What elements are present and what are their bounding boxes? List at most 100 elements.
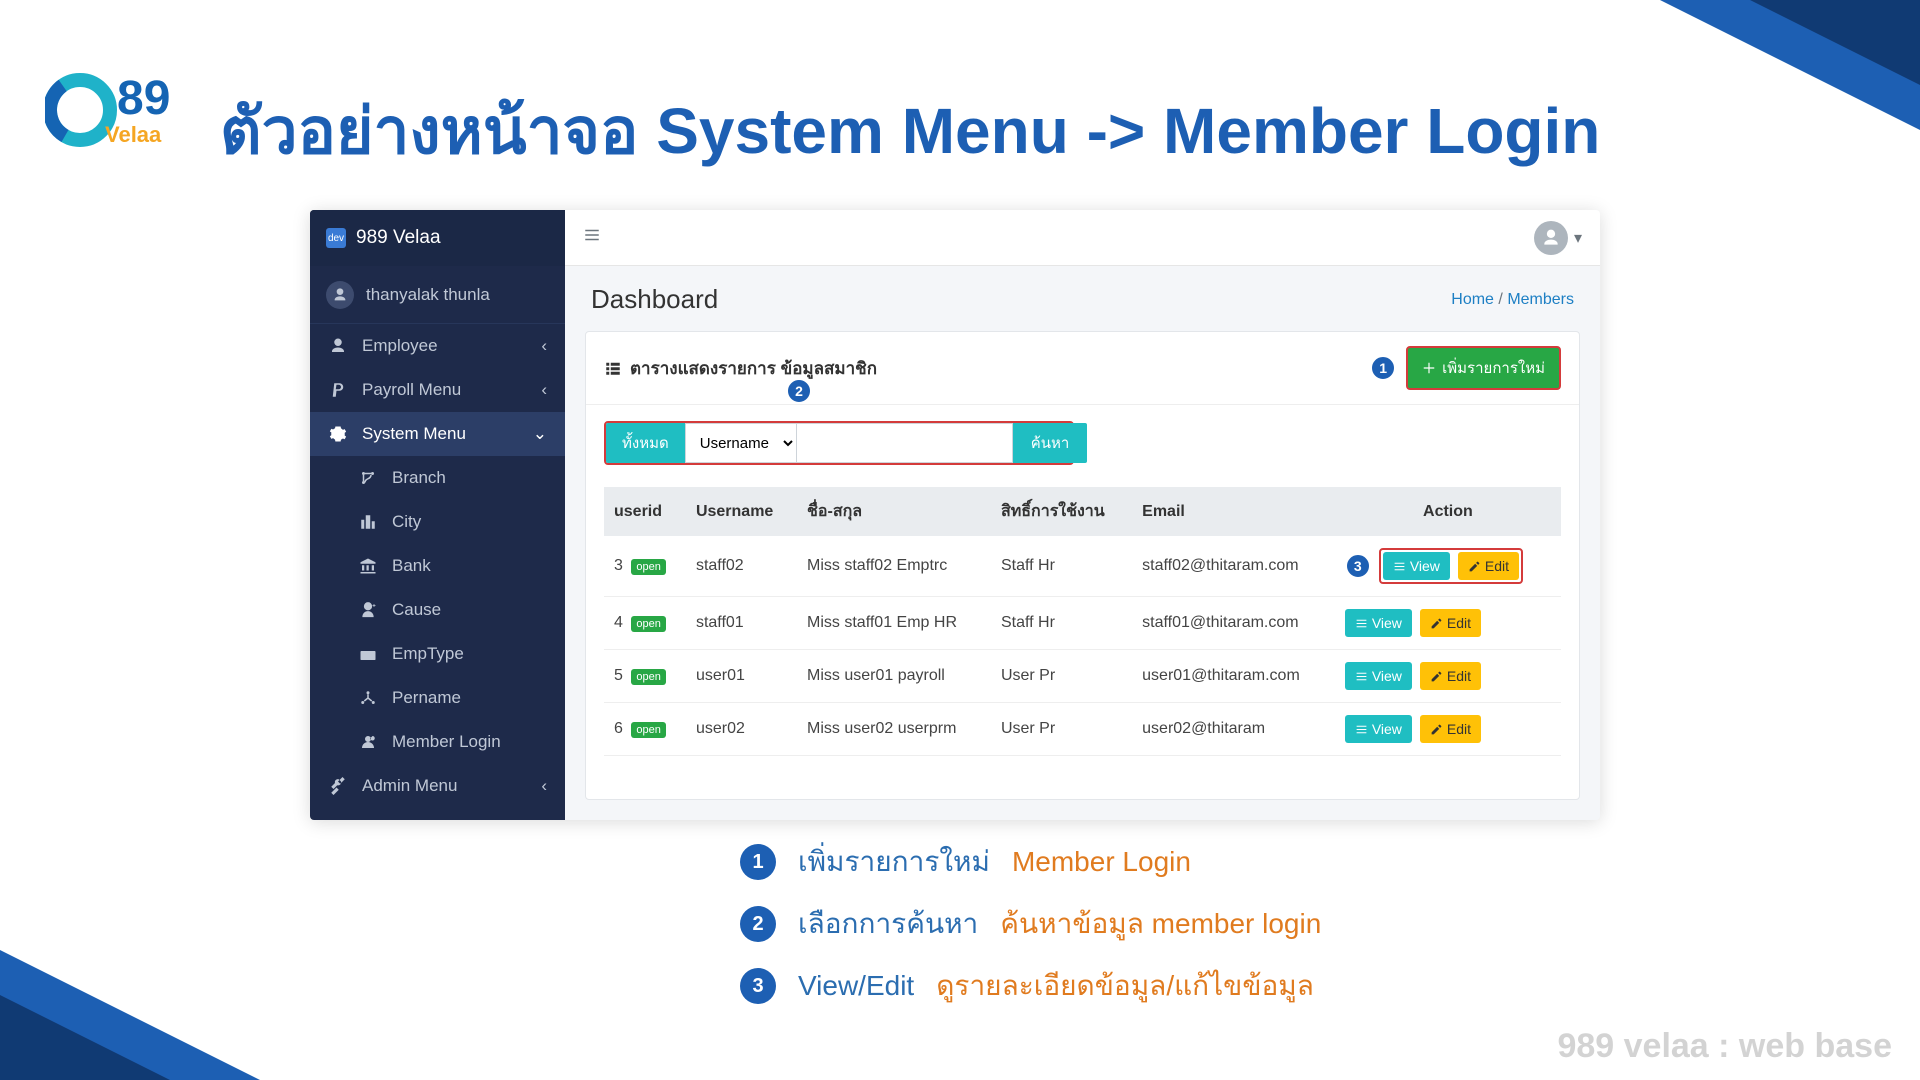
city-icon [358,513,378,531]
sidebar-item-admin-menu[interactable]: Admin Menu ‹ [310,764,565,808]
list-icon [1355,723,1368,736]
sidebar-item-label: Admin Menu [362,776,457,796]
status-badge: open [631,669,665,685]
main-area: ▾ Dashboard Home / Members ตารางแสดงรายก… [565,210,1600,820]
cell-role: User Pr [991,703,1132,756]
legend-text-3b: ดูรายละเอียดข้อมูล/แก้ไขข้อมูล [936,964,1314,1008]
cell-role: Staff Hr [991,536,1132,597]
sidebar-item-system-menu[interactable]: System Menu ⌄ [310,412,565,456]
pencil-icon [1430,617,1443,630]
edit-button[interactable]: Edit [1420,662,1481,690]
view-button[interactable]: View [1345,715,1412,743]
chevron-left-icon: ‹ [541,380,547,400]
decor-corner-tr-inner [1750,0,1920,85]
search-bar: ทั้งหมด Username ค้นหา [604,421,1074,465]
member-login-icon [358,733,378,751]
members-card: ตารางแสดงรายการ ข้อมูลสมาชิก 2 1 เพิ่มรา… [585,331,1580,800]
legend-num-1: 1 [740,844,776,880]
view-button[interactable]: View [1345,609,1412,637]
sidebar-item-member-login[interactable]: Member Login [310,720,565,764]
sidebar-item-branch[interactable]: Branch [310,456,565,500]
person-icon [328,337,348,355]
col-email: Email [1132,487,1335,536]
cell-username: user01 [686,650,797,703]
cause-icon [358,601,378,619]
view-button[interactable]: View [1383,552,1450,580]
callout-badge-3: 3 [1345,553,1371,579]
sidebar-item-bank[interactable]: Bank [310,544,565,588]
brand-badge-icon: dev [326,228,346,248]
breadcrumb-home[interactable]: Home [1451,291,1494,308]
sidebar-brand[interactable]: dev 989 Velaa [310,210,565,266]
topbar-user-menu[interactable]: ▾ [1534,221,1582,255]
page-header: Dashboard Home / Members [565,266,1600,325]
cell-action: 3 View Edit [1335,536,1561,597]
pencil-icon [1430,670,1443,683]
card-title-text: ตารางแสดงรายการ ข้อมูลสมาชิก [630,355,877,382]
emptype-icon [358,645,378,663]
search-all-button[interactable]: ทั้งหมด [606,423,685,463]
cell-action: View Edit [1335,597,1561,650]
pencil-icon [1468,560,1481,573]
table-row: 4 openstaff01Miss staff01 Emp HRStaff Hr… [604,597,1561,650]
table-header-row: userid Username ชื่อ-สกุล สิทธิ์การใช้งา… [604,487,1561,536]
sidebar-item-label: Pername [392,688,461,708]
sidebar-item-cause[interactable]: Cause [310,588,565,632]
breadcrumb-sep: / [1498,291,1502,308]
sidebar: dev 989 Velaa thanyalak thunla Employee … [310,210,565,820]
status-badge: open [631,559,665,575]
sidebar-brand-label: 989 Velaa [356,227,441,249]
chevron-left-icon: ‹ [541,336,547,356]
cell-userid: 3 open [604,536,686,597]
decor-corner-bl-inner [0,995,170,1080]
edit-button[interactable]: Edit [1458,552,1519,580]
list-icon [1355,670,1368,683]
legend-row-1: 1 เพิ่มรายการใหม่ Member Login [740,840,1321,884]
view-button[interactable]: View [1345,662,1412,690]
search-input[interactable] [797,423,1013,463]
plus-icon [1422,361,1436,375]
sidebar-item-pername[interactable]: Pername [310,676,565,720]
sidebar-item-label: Employee [362,336,438,356]
sidebar-user[interactable]: thanyalak thunla [310,266,565,324]
sidebar-item-payroll[interactable]: Payroll Menu ‹ [310,368,565,412]
card-header: ตารางแสดงรายการ ข้อมูลสมาชิก 2 1 เพิ่มรา… [586,332,1579,405]
sidebar-item-emptype[interactable]: EmpType [310,632,565,676]
cell-fullname: Miss user01 payroll [797,650,991,703]
cell-email: staff02@thitaram.com [1132,536,1335,597]
search-field-select[interactable]: Username [685,423,797,463]
search-go-button[interactable]: ค้นหา [1013,423,1088,463]
sidebar-item-label: Bank [392,556,431,576]
cell-email: user01@thitaram.com [1132,650,1335,703]
col-fullname: ชื่อ-สกุล [797,487,991,536]
watermark: 989 velaa : web base [1557,1027,1892,1066]
legend: 1 เพิ่มรายการใหม่ Member Login 2 เลือกกา… [740,840,1321,1008]
cell-username: staff02 [686,536,797,597]
legend-text-2a: เลือกการค้นหา [798,902,978,946]
col-action: Action [1335,487,1561,536]
gears-icon [328,425,348,443]
legend-row-3: 3 View/Edit ดูรายละเอียดข้อมูล/แก้ไขข้อม… [740,964,1321,1008]
table-row: 6 openuser02Miss user02 userprmUser Prus… [604,703,1561,756]
breadcrumb-current[interactable]: Members [1507,291,1574,308]
card-title: ตารางแสดงรายการ ข้อมูลสมาชิก [604,355,877,382]
edit-button[interactable]: Edit [1420,609,1481,637]
legend-row-2: 2 เลือกการค้นหา ค้นหาข้อมูล member login [740,902,1321,946]
cell-username: staff01 [686,597,797,650]
hamburger-icon[interactable] [583,226,601,249]
cell-action: View Edit [1335,650,1561,703]
legend-text-3a: View/Edit [798,970,914,1002]
list-icon [1393,560,1406,573]
sidebar-item-label: Member Login [392,732,501,752]
edit-button[interactable]: Edit [1420,715,1481,743]
bank-icon [358,557,378,575]
cell-userid: 6 open [604,703,686,756]
cell-email: user02@thitaram [1132,703,1335,756]
status-badge: open [631,616,665,632]
brand-logo: 89 Velaa [40,50,200,170]
add-new-button[interactable]: เพิ่มรายการใหม่ [1406,346,1561,390]
caret-down-icon: ▾ [1574,228,1582,248]
sidebar-item-city[interactable]: City [310,500,565,544]
sidebar-item-employee[interactable]: Employee ‹ [310,324,565,368]
topbar: ▾ [565,210,1600,266]
